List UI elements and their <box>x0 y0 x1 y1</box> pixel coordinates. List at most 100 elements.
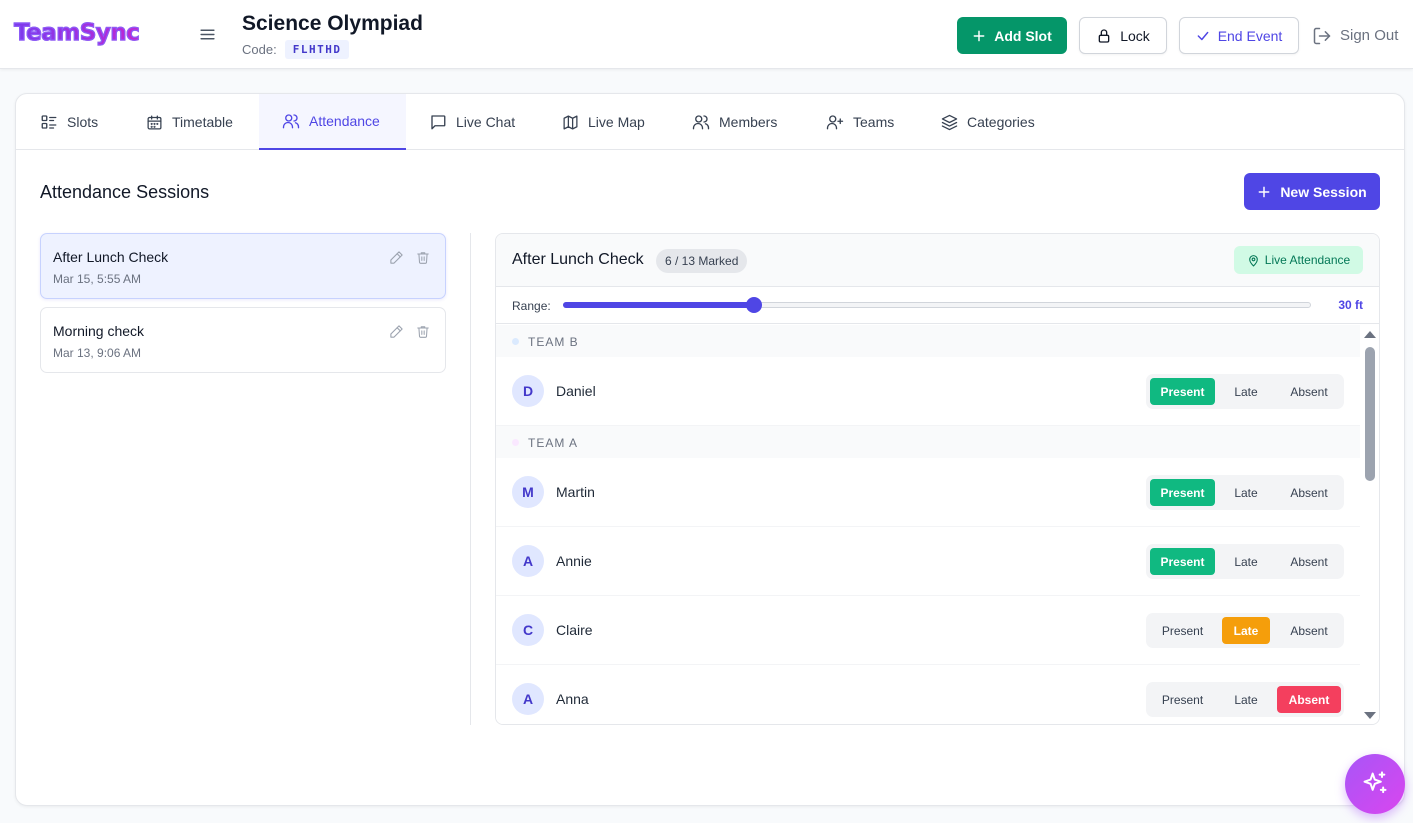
member-name: Claire <box>556 622 593 638</box>
ai-assistant-button[interactable] <box>1345 754 1405 814</box>
event-code-label: Code: <box>242 42 277 57</box>
users-icon <box>692 113 710 131</box>
status-toggle: Present Late Absent <box>1146 544 1344 579</box>
tab-bar: Slots Timetable Attendance Live Chat Liv… <box>16 94 1404 150</box>
marked-count-badge: 6 / 13 Marked <box>656 249 748 273</box>
main-card: Slots Timetable Attendance Live Chat Liv… <box>15 93 1405 806</box>
tab-slots[interactable]: Slots <box>40 94 98 150</box>
absent-button[interactable]: Absent <box>1277 686 1341 713</box>
avatar: A <box>512 683 544 715</box>
present-button[interactable]: Present <box>1150 617 1215 644</box>
late-button[interactable]: Late <box>1222 378 1270 405</box>
member-list-scrollbar[interactable] <box>1360 325 1379 724</box>
section-title: Attendance Sessions <box>40 182 210 202</box>
range-value: 30 ft <box>1338 298 1363 312</box>
menu-icon[interactable] <box>199 26 216 43</box>
add-slot-label: Add Slot <box>994 27 1052 44</box>
tab-members[interactable]: Members <box>692 94 777 150</box>
attendance-panel: After Lunch Check 6 / 13 Marked Live Att… <box>495 233 1380 725</box>
range-row: Range: 30 ft <box>496 287 1379 324</box>
add-slot-button[interactable]: Add Slot <box>957 17 1067 54</box>
session-name: After Lunch Check <box>53 249 169 265</box>
slider-thumb[interactable] <box>745 297 762 313</box>
team-dot <box>512 439 519 446</box>
panel-header: After Lunch Check 6 / 13 Marked Live Att… <box>496 234 1379 287</box>
lock-label: Lock <box>1120 27 1150 44</box>
tab-live-chat[interactable]: Live Chat <box>429 94 515 150</box>
live-attendance-label: Live Attendance <box>1264 253 1351 267</box>
lock-icon <box>1096 28 1112 44</box>
end-event-button[interactable]: End Event <box>1179 17 1299 54</box>
absent-button[interactable]: Absent <box>1277 548 1341 575</box>
layers-icon <box>941 114 958 131</box>
tab-label: Members <box>719 114 778 130</box>
app-header: TeamSync Science Olympiad Code: FLHTHD A… <box>0 0 1413 69</box>
new-session-label: New Session <box>1280 183 1367 200</box>
trash-icon[interactable] <box>416 324 430 339</box>
tab-attendance[interactable]: Attendance <box>259 94 406 150</box>
range-label: Range: <box>512 299 551 313</box>
scroll-up-arrow-icon[interactable] <box>1364 331 1376 338</box>
absent-button[interactable]: Absent <box>1277 479 1341 506</box>
tab-label: Live Chat <box>456 114 516 130</box>
member-row: D Daniel Present Late Absent <box>496 357 1360 426</box>
map-pin-icon <box>1247 254 1260 267</box>
sparkles-icon <box>1361 770 1389 798</box>
late-button[interactable]: Late <box>1222 479 1270 506</box>
status-toggle: Present Late Absent <box>1146 613 1344 648</box>
column-divider <box>470 233 471 725</box>
live-attendance-badge[interactable]: Live Attendance <box>1234 246 1363 274</box>
present-button[interactable]: Present <box>1150 686 1215 713</box>
scroll-down-arrow-icon[interactable] <box>1364 712 1376 719</box>
team-dot <box>512 338 519 345</box>
app-logo[interactable]: TeamSync <box>13 19 140 46</box>
late-button[interactable]: Late <box>1222 686 1270 713</box>
user-plus-icon <box>826 113 844 131</box>
member-row: C Claire Present Late Absent <box>496 596 1360 665</box>
session-item[interactable]: After Lunch Check Mar 15, 5:55 AM <box>40 233 446 299</box>
tab-timetable[interactable]: Timetable <box>146 94 233 150</box>
avatar: M <box>512 476 544 508</box>
end-event-label: End Event <box>1217 27 1283 44</box>
absent-button[interactable]: Absent <box>1277 617 1341 644</box>
member-name: Anna <box>556 691 589 707</box>
session-item[interactable]: Morning check Mar 13, 9:06 AM <box>40 307 446 373</box>
tab-live-map[interactable]: Live Map <box>562 94 645 150</box>
member-row: A Annie Present Late Absent <box>496 527 1360 596</box>
range-slider[interactable] <box>563 296 1311 314</box>
event-title: Science Olympiad <box>242 12 423 35</box>
plus-icon <box>972 29 986 43</box>
tab-label: Slots <box>67 114 99 130</box>
status-toggle: Present Late Absent <box>1146 475 1344 510</box>
map-icon <box>562 114 579 131</box>
present-button[interactable]: Present <box>1150 548 1215 575</box>
tab-label: Teams <box>853 114 895 130</box>
pencil-icon[interactable] <box>389 250 404 265</box>
session-date: Mar 13, 9:06 AM <box>53 346 142 360</box>
team-header: TEAM A <box>496 426 1360 458</box>
slider-fill <box>563 302 754 308</box>
tab-teams[interactable]: Teams <box>826 94 894 150</box>
late-button[interactable]: Late <box>1222 548 1270 575</box>
sign-out-button[interactable]: Sign Out <box>1312 17 1408 54</box>
chat-icon <box>429 113 447 131</box>
pencil-icon[interactable] <box>389 324 404 339</box>
absent-button[interactable]: Absent <box>1277 378 1341 405</box>
logout-icon <box>1312 26 1332 46</box>
status-toggle: Present Late Absent <box>1146 682 1344 717</box>
present-button[interactable]: Present <box>1150 378 1215 405</box>
member-list: TEAM B D Daniel Present Late Absent TEAM… <box>496 325 1360 724</box>
present-button[interactable]: Present <box>1150 479 1215 506</box>
member-name: Daniel <box>556 383 596 399</box>
late-button[interactable]: Late <box>1222 617 1270 644</box>
trash-icon[interactable] <box>416 250 430 265</box>
session-date: Mar 15, 5:55 AM <box>53 272 142 286</box>
event-code-value: FLHTHD <box>284 40 350 59</box>
plus-icon <box>1257 185 1271 199</box>
new-session-button[interactable]: New Session <box>1244 173 1380 210</box>
scrollbar-thumb[interactable] <box>1365 347 1375 481</box>
lock-button[interactable]: Lock <box>1079 17 1167 54</box>
tab-categories[interactable]: Categories <box>941 94 1035 150</box>
tab-label: Categories <box>967 114 1035 130</box>
event-code: Code: FLHTHD <box>242 40 350 59</box>
